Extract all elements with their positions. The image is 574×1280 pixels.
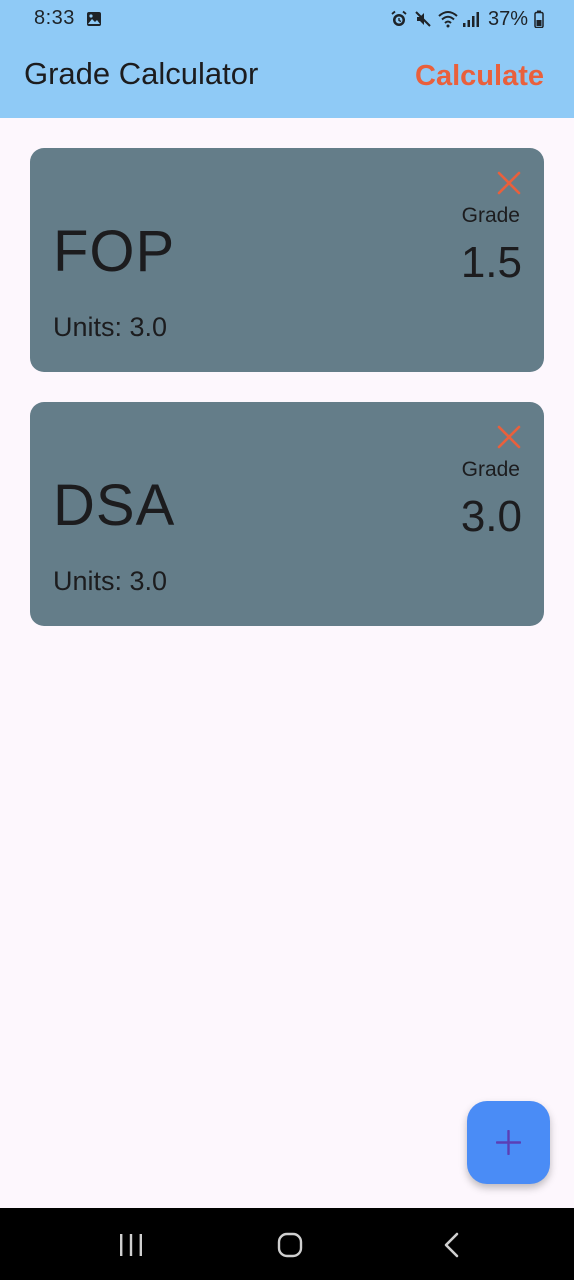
image-icon bbox=[86, 10, 102, 26]
page-title: Grade Calculator bbox=[24, 56, 259, 91]
signal-icon bbox=[462, 10, 480, 28]
battery-icon bbox=[534, 10, 544, 29]
plus-icon bbox=[496, 1130, 521, 1155]
battery-percentage: 37% bbox=[487, 7, 528, 30]
course-name: FOP bbox=[53, 219, 176, 284]
wifi-icon bbox=[438, 10, 458, 28]
app-screen: 8:33 37% Grade Calculator Calculate FOP … bbox=[0, 0, 574, 1280]
add-course-button[interactable] bbox=[467, 1101, 550, 1184]
course-units: Units: 3.0 bbox=[53, 566, 168, 596]
close-icon[interactable] bbox=[496, 170, 522, 196]
recent-apps-icon[interactable] bbox=[116, 1232, 146, 1258]
close-icon[interactable] bbox=[496, 424, 522, 450]
grade-value: 3.0 bbox=[460, 492, 522, 541]
grade-value: 1.5 bbox=[460, 238, 522, 287]
status-bar: 8:33 37% bbox=[0, 0, 574, 38]
course-card[interactable]: DSA Units: 3.0 Grade 3.0 bbox=[30, 402, 544, 626]
app-bar: Grade Calculator Calculate bbox=[0, 38, 574, 118]
mute-icon bbox=[414, 10, 432, 28]
header: 8:33 37% Grade Calculator Calculate bbox=[0, 0, 574, 118]
home-icon[interactable] bbox=[275, 1232, 305, 1258]
back-icon[interactable] bbox=[437, 1232, 467, 1258]
status-time: 8:33 bbox=[34, 7, 75, 29]
status-icons: 37% bbox=[390, 7, 544, 31]
grade-label: Grade bbox=[461, 458, 520, 481]
course-units: Units: 3.0 bbox=[53, 312, 168, 342]
navigation-bar bbox=[0, 1208, 574, 1280]
calculate-button[interactable]: Calculate bbox=[415, 60, 544, 93]
course-card[interactable]: FOP Units: 3.0 Grade 1.5 bbox=[30, 148, 544, 372]
course-name: DSA bbox=[53, 473, 176, 538]
grade-label: Grade bbox=[461, 204, 520, 227]
alarm-icon bbox=[390, 10, 408, 28]
